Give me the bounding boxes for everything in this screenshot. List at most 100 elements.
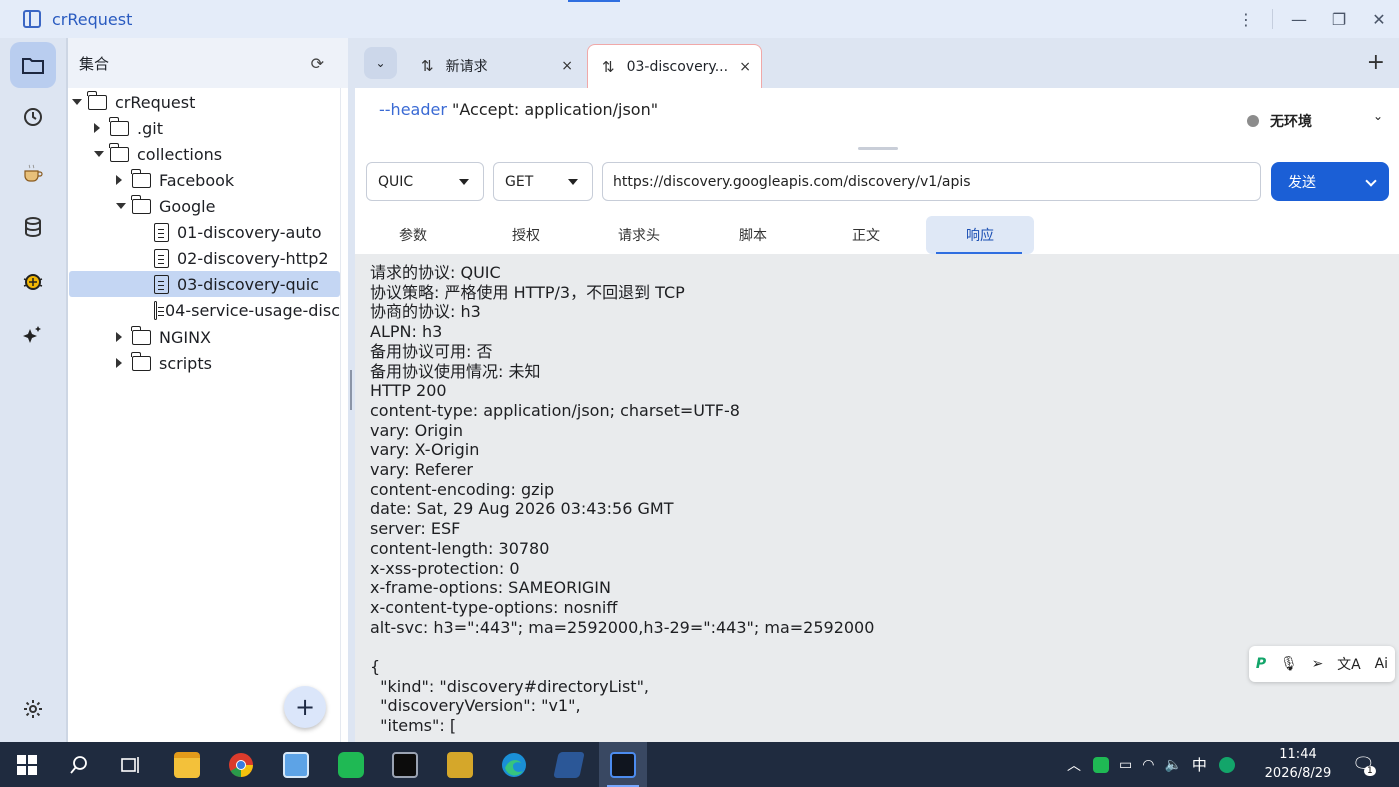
settings-gear-icon[interactable]: [10, 686, 56, 732]
response-line: HTTP 200: [370, 381, 447, 401]
minimize-button[interactable]: —: [1279, 0, 1319, 38]
tab-close-icon[interactable]: ×: [739, 59, 751, 75]
terminal-icon[interactable]: [381, 742, 429, 787]
tree-label: NGINX: [159, 327, 212, 347]
caret-down-icon[interactable]: [72, 99, 82, 105]
clock-date: 2026/8/29: [1264, 766, 1332, 781]
m2-app-icon[interactable]: [436, 742, 484, 787]
chevron-down-icon[interactable]: ⌄: [1373, 109, 1383, 123]
response-line: {: [370, 657, 381, 677]
caret-right-icon[interactable]: [94, 123, 100, 133]
environment-selector[interactable]: 无环境 ⌄: [1247, 109, 1383, 131]
collections-scrollbar[interactable]: [340, 88, 348, 742]
tray-overflow-chevron-icon[interactable]: ︿: [1067, 755, 1081, 775]
subtab-params[interactable]: 参数: [365, 216, 461, 254]
tree-file-01[interactable]: 01-discovery-auto: [68, 219, 340, 245]
tree-folder-google[interactable]: Google: [68, 193, 340, 219]
refresh-icon[interactable]: ⟳: [311, 54, 324, 73]
translate-icon[interactable]: 文A: [1337, 654, 1361, 674]
battery-icon[interactable]: ▭: [1119, 757, 1132, 773]
caret-right-icon[interactable]: [116, 332, 122, 342]
search-icon[interactable]: [55, 742, 103, 787]
ai-sparkle-nav-icon[interactable]: [10, 312, 56, 358]
collections-nav-icon[interactable]: [10, 42, 56, 88]
file-icon: [154, 248, 169, 268]
tab-bar: ⌄ ⇅ 新请求 × ⇅ 03-discovery... × +: [355, 38, 1399, 88]
tray-wechat-icon[interactable]: [1093, 756, 1109, 773]
system-clock[interactable]: 11:44 2026/8/29: [1258, 745, 1338, 783]
caret-right-icon[interactable]: [116, 175, 122, 185]
control-panel-icon[interactable]: [272, 742, 320, 787]
splitter-grip[interactable]: [350, 370, 352, 410]
subtab-response[interactable]: 响应: [926, 216, 1034, 254]
request-editor: ⌄ ⇅ 新请求 × ⇅ 03-discovery... × + --header…: [355, 38, 1399, 742]
edge-icon[interactable]: [490, 742, 538, 787]
tree-folder-crrequest[interactable]: crRequest: [68, 89, 340, 115]
restore-button[interactable]: ❐: [1319, 0, 1359, 38]
powershell-icon[interactable]: [545, 742, 593, 787]
response-line: [370, 637, 874, 657]
title-divider: [1272, 9, 1273, 29]
response-line: alt-svc: h3=":443"; ma=2592000,h3-29=":4…: [370, 617, 875, 637]
new-tab-button[interactable]: +: [1367, 50, 1385, 75]
database-nav-icon[interactable]: [10, 204, 56, 250]
collections-title: 集合: [79, 54, 110, 73]
wechat-icon[interactable]: [327, 742, 375, 787]
title-bar: crRequest ⋮ — ❐ ✕: [0, 0, 1399, 38]
protocol-select[interactable]: QUIC: [366, 162, 484, 201]
tab-list-dropdown[interactable]: ⌄: [364, 47, 397, 79]
ime-indicator[interactable]: 中: [1192, 754, 1207, 775]
notification-center-icon[interactable]: 🗨 1: [1352, 742, 1376, 787]
tree-folder-nginx[interactable]: NGINX: [68, 324, 340, 350]
more-menu-icon[interactable]: ⋮: [1226, 0, 1266, 38]
subtab-body[interactable]: 正文: [818, 216, 914, 254]
crrequest-taskbar-icon[interactable]: [599, 742, 647, 787]
wifi-icon[interactable]: ◠: [1142, 757, 1154, 773]
response-panel[interactable]: 请求的协议: QUIC 协议策略: 严格使用 HTTP/3，不回退到 TCP 协商的…: [355, 254, 1399, 742]
url-input[interactable]: https://discovery.googleapis.com/discove…: [602, 162, 1261, 201]
task-view-icon[interactable]: [107, 742, 155, 787]
file-explorer-icon[interactable]: [163, 742, 211, 787]
tab-03-discovery[interactable]: ⇅ 03-discovery... ×: [587, 44, 762, 88]
tray-p-app-icon[interactable]: [1218, 756, 1235, 773]
tree-folder-facebook[interactable]: Facebook: [68, 167, 340, 193]
chrome-icon[interactable]: [217, 742, 265, 787]
caret-down-icon[interactable]: [94, 151, 104, 157]
send-button[interactable]: 发送: [1271, 162, 1389, 201]
tab-new-request[interactable]: ⇅ 新请求 ×: [407, 44, 583, 88]
send-plane-icon[interactable]: ➢: [1312, 656, 1324, 672]
tree-file-03-selected[interactable]: 03-discovery-quic: [69, 271, 340, 297]
bug-nav-icon[interactable]: [10, 258, 56, 304]
subtab-headers[interactable]: 请求头: [591, 216, 687, 254]
ai-icon[interactable]: Ai: [1375, 656, 1388, 672]
send-options-chevron-icon[interactable]: [1365, 175, 1377, 187]
subtab-auth[interactable]: 授权: [478, 216, 574, 254]
method-select[interactable]: GET: [493, 162, 593, 201]
caret-down-icon[interactable]: [116, 203, 126, 209]
floating-toolbar: P 🎙 ➢ 文A Ai: [1249, 646, 1395, 682]
microphone-icon[interactable]: 🎙: [1280, 656, 1298, 672]
coffee-nav-icon[interactable]: [10, 150, 56, 196]
url-value: https://discovery.googleapis.com/discove…: [613, 173, 971, 190]
tab-close-icon[interactable]: ×: [561, 58, 573, 74]
close-window-button[interactable]: ✕: [1359, 0, 1399, 38]
caret-right-icon[interactable]: [116, 358, 122, 368]
start-windows-icon[interactable]: [3, 742, 51, 787]
tree-folder-collections[interactable]: collections: [68, 141, 340, 167]
sidebar-toggle-icon[interactable]: [23, 10, 41, 28]
tree-label: Facebook: [159, 170, 235, 190]
curl-value: "Accept: application/json": [446, 100, 659, 119]
add-collection-button[interactable]: +: [284, 686, 326, 728]
tree-file-04[interactable]: 04-service-usage-disc: [68, 297, 340, 323]
tree-folder-scripts[interactable]: scripts: [68, 350, 340, 376]
tree-folder-git[interactable]: .git: [68, 115, 340, 141]
p-logo-icon[interactable]: P: [1256, 656, 1266, 672]
resize-handle[interactable]: [858, 147, 898, 150]
tree-label: 01-discovery-auto: [177, 222, 322, 242]
tree-file-02[interactable]: 02-discovery-http2: [68, 245, 340, 271]
panel-splitter[interactable]: [348, 38, 355, 742]
folder-icon: [109, 116, 129, 136]
volume-icon[interactable]: 🔈: [1164, 757, 1181, 773]
history-nav-icon[interactable]: [10, 94, 56, 140]
subtab-script[interactable]: 脚本: [705, 216, 801, 254]
